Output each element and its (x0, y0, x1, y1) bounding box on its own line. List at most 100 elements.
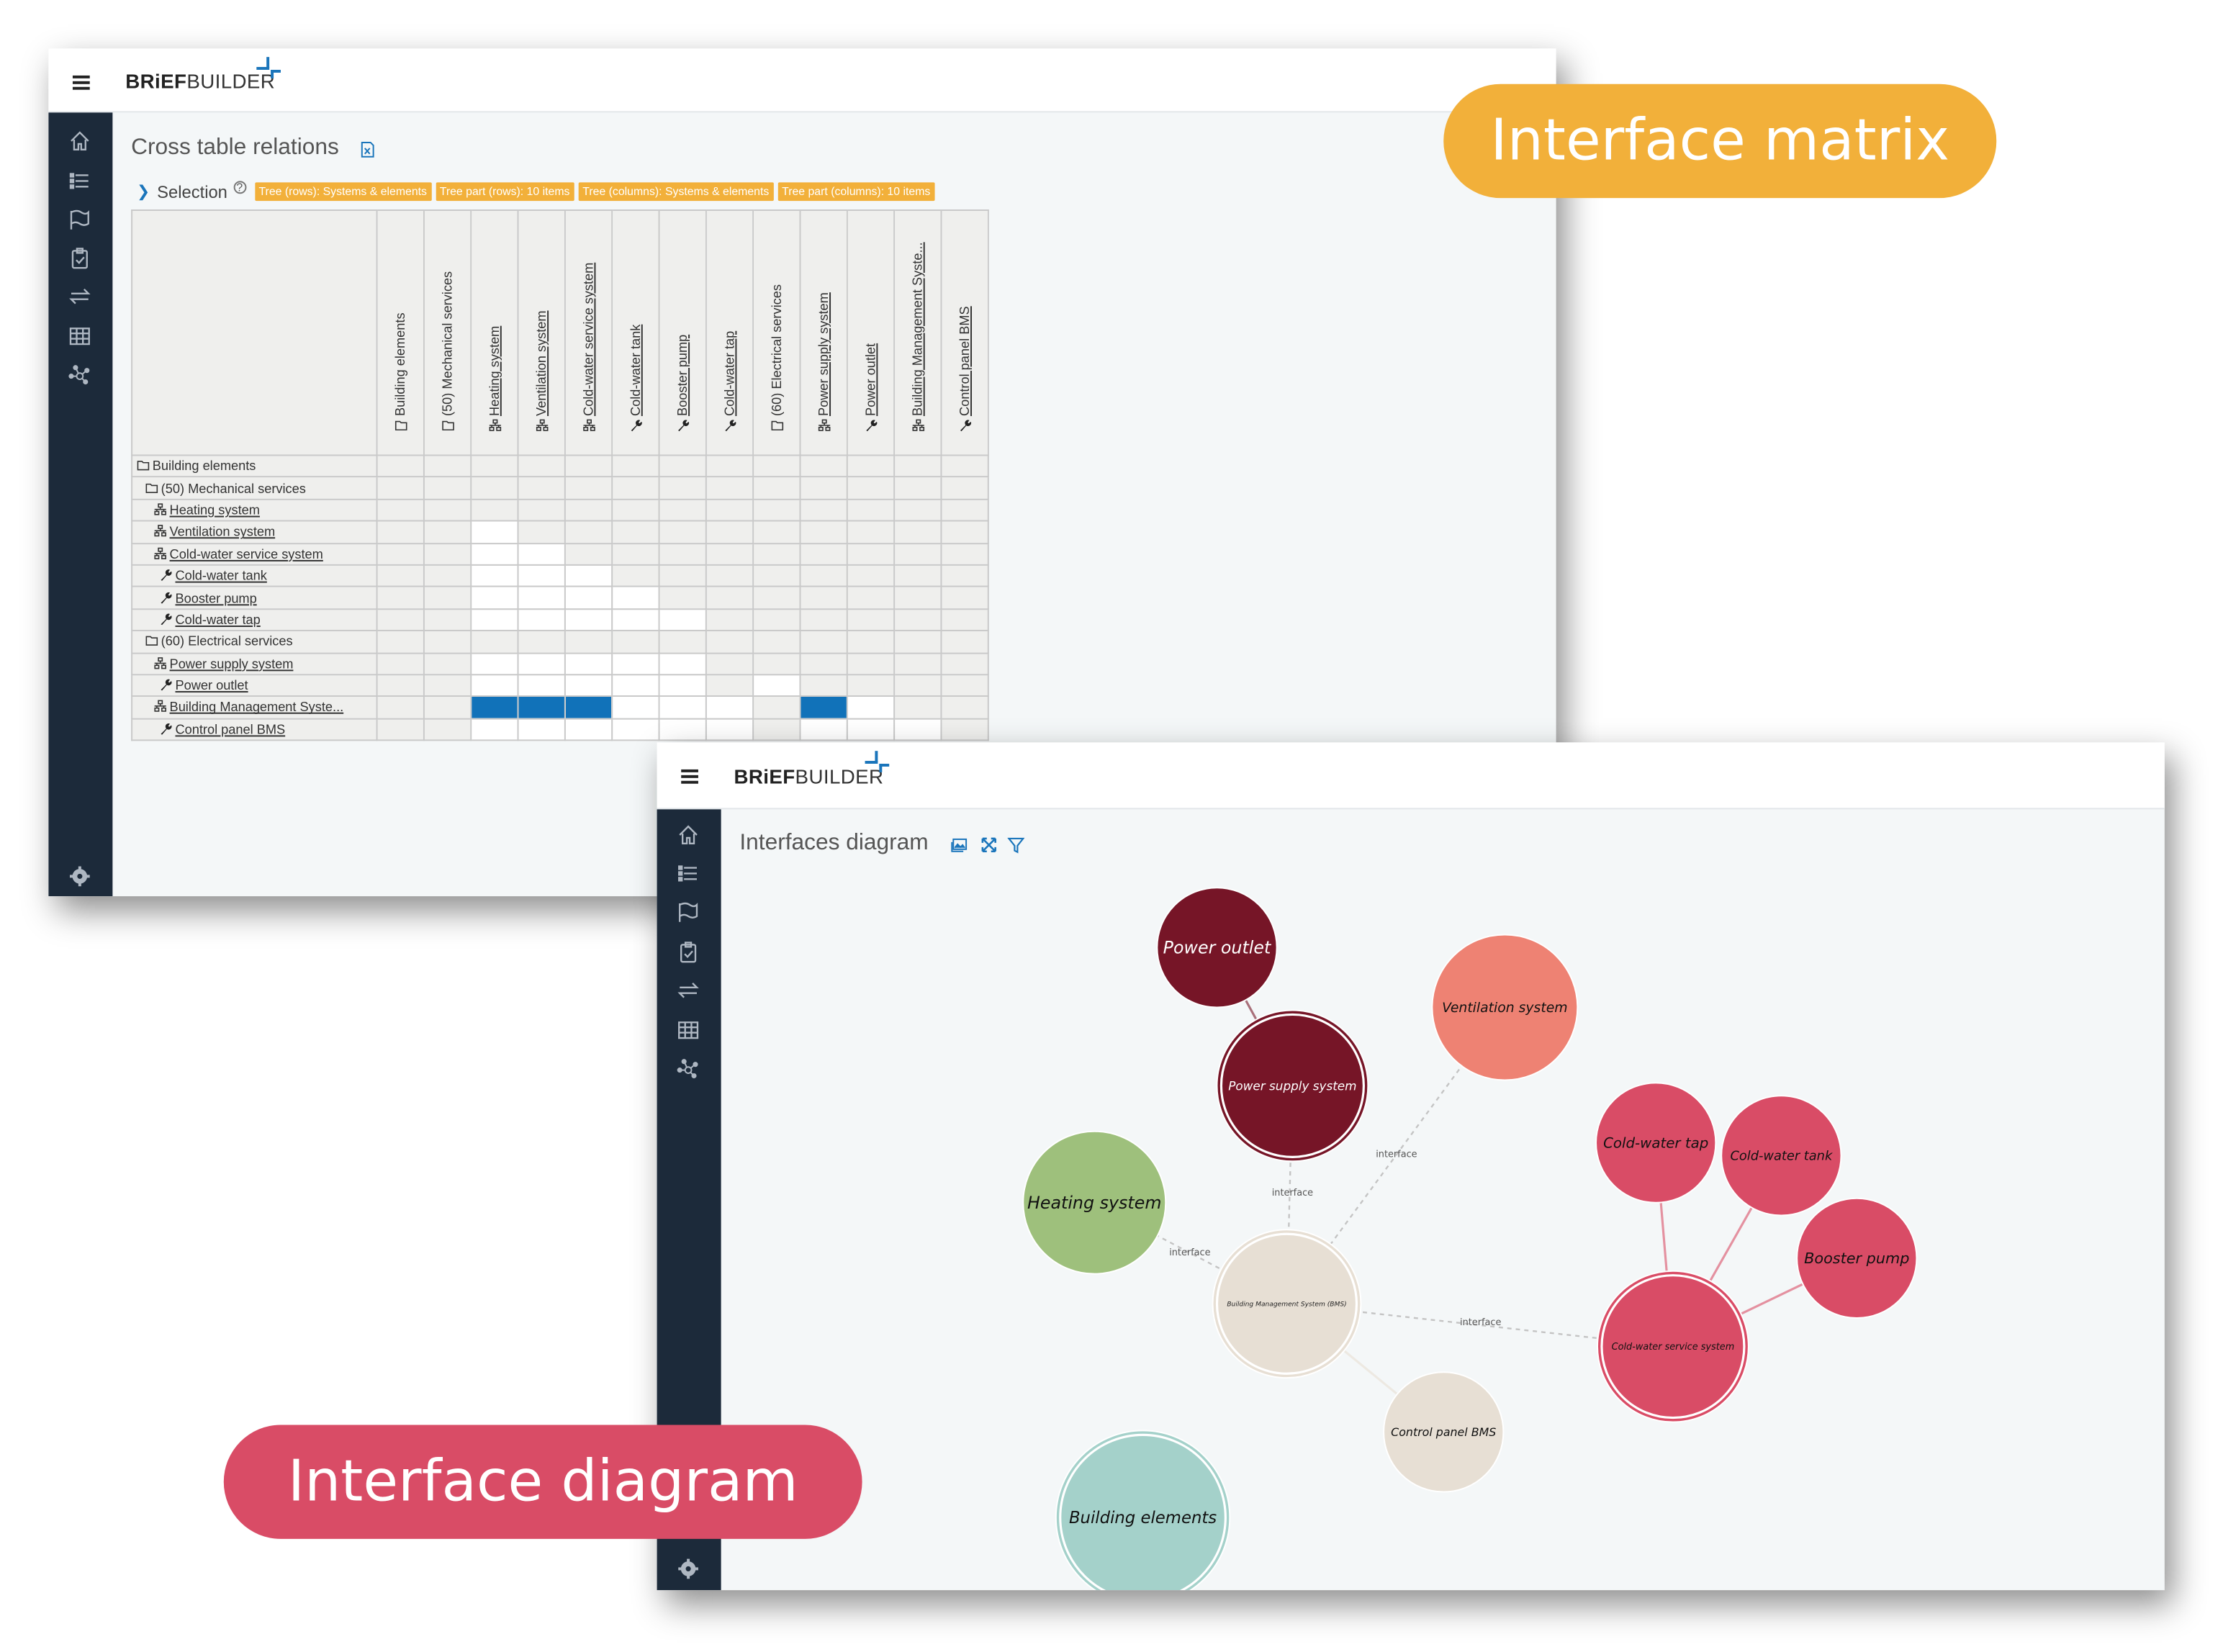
matrix-row-header[interactable]: Ventilation system (131, 520, 378, 544)
matrix-cell-available[interactable] (611, 651, 660, 676)
table-icon[interactable] (68, 325, 91, 348)
column-header-label[interactable]: Cold-water service system (582, 263, 596, 416)
matrix-row-header[interactable]: Booster pump (131, 586, 378, 610)
matrix-column-header[interactable]: Ventilation system (517, 209, 566, 456)
row-header-label[interactable]: Control panel BMS (175, 722, 285, 736)
matrix-row-header[interactable]: Cold-water tank (131, 564, 378, 588)
matrix-cell-available[interactable] (517, 718, 566, 741)
matrix-column-header[interactable]: Power outlet (846, 209, 896, 456)
matrix-column-header[interactable]: Cold-water tap (705, 209, 754, 456)
matrix-cell-interface[interactable] (470, 695, 519, 720)
column-header-label[interactable]: Power outlet (864, 343, 878, 416)
diagram-node-power-outlet[interactable]: Power outlet (1156, 887, 1278, 1008)
matrix-cell-available[interactable] (564, 586, 613, 610)
row-header-label[interactable]: Heating system (170, 503, 260, 518)
diagram-node-cw-service[interactable]: Cold-water service system (1597, 1270, 1749, 1423)
matrix-cell-available[interactable] (658, 608, 707, 632)
matrix-cell-available[interactable] (564, 651, 613, 676)
matrix-cell-available[interactable] (470, 651, 519, 676)
matrix-cell-available[interactable] (611, 695, 660, 720)
matrix-cell-available[interactable] (658, 674, 707, 698)
row-header-label[interactable]: Cold-water tank (175, 569, 266, 583)
matrix-cell-available[interactable] (470, 542, 519, 566)
filter-badge[interactable]: Tree part (columns): 10 items (777, 182, 935, 202)
matrix-cell-available[interactable] (517, 651, 566, 676)
matrix-column-header[interactable]: Power supply system (799, 209, 848, 456)
matrix-cell-available[interactable] (846, 718, 896, 741)
matrix-cell-interface[interactable] (799, 695, 848, 720)
row-header-label[interactable]: Power outlet (175, 678, 248, 692)
gear-icon[interactable] (677, 1558, 700, 1581)
matrix-row-header[interactable]: Building Management Syste... (131, 695, 378, 720)
brand-logo[interactable]: BRiEFBUILDER (125, 70, 275, 93)
matrix-cell-available[interactable] (517, 674, 566, 698)
matrix-cell-available[interactable] (705, 718, 754, 741)
column-header-label[interactable]: Cold-water tap (723, 331, 737, 416)
diagram-node-heating[interactable]: Heating system (1022, 1130, 1167, 1275)
row-header-label[interactable]: Booster pump (175, 591, 256, 605)
row-header-label[interactable]: Power supply system (170, 656, 294, 671)
matrix-cell-available[interactable] (658, 718, 707, 741)
flag-icon[interactable] (677, 901, 700, 924)
matrix-cell-available[interactable] (470, 586, 519, 610)
matrix-column-header[interactable]: Booster pump (658, 209, 707, 456)
matrix-cell-available[interactable] (611, 608, 660, 632)
matrix-cell-available[interactable] (470, 564, 519, 588)
matrix-cell-available[interactable] (564, 674, 613, 698)
expand-chevron-icon[interactable]: ❯ (137, 182, 150, 201)
matrix-cell-available[interactable] (752, 674, 801, 698)
brand-logo[interactable]: BRiEFBUILDER (734, 765, 883, 788)
diagram-node-control-panel[interactable]: Control panel BMS (1383, 1371, 1505, 1493)
matrix-row-header[interactable]: Cold-water tap (131, 608, 378, 632)
matrix-cell-available[interactable] (611, 586, 660, 610)
hamburger-menu-icon[interactable] (681, 769, 698, 784)
matrix-row-header[interactable]: Power supply system (131, 651, 378, 676)
matrix-cell-available[interactable] (564, 608, 613, 632)
network-icon[interactable] (677, 1057, 700, 1080)
interfaces-diagram-canvas[interactable]: Power outlet Power supply system Ventilati… (721, 809, 2165, 1591)
column-header-label[interactable]: Power supply system (816, 292, 831, 416)
column-header-label[interactable]: Ventilation system (534, 310, 549, 416)
column-header-label[interactable]: Heating system (487, 326, 502, 416)
matrix-cell-available[interactable] (470, 718, 519, 741)
matrix-cell-available[interactable] (517, 564, 566, 588)
matrix-cell-available[interactable] (470, 608, 519, 632)
list-icon[interactable] (677, 862, 700, 885)
matrix-row-header[interactable]: Power outlet (131, 674, 378, 698)
column-header-label[interactable]: Control panel BMS (957, 306, 972, 416)
matrix-cell-available[interactable] (517, 542, 566, 566)
arrows-exchange-icon[interactable] (677, 979, 700, 1002)
clipboard-check-icon[interactable] (68, 246, 91, 269)
gear-icon[interactable] (68, 865, 91, 888)
list-icon[interactable] (68, 170, 91, 193)
help-icon[interactable]: ? (233, 181, 246, 194)
diagram-node-power-supply[interactable]: Power supply system (1216, 1009, 1369, 1163)
row-header-label[interactable]: Building Management Syste... (170, 700, 344, 715)
matrix-cell-available[interactable] (846, 695, 896, 720)
home-icon[interactable] (677, 823, 700, 847)
matrix-cell-available[interactable] (658, 695, 707, 720)
arrows-exchange-icon[interactable] (68, 285, 91, 308)
matrix-column-header[interactable]: Control panel BMS (940, 209, 989, 456)
diagram-node-building-elements[interactable]: Building elements (1055, 1430, 1231, 1591)
column-header-label[interactable]: Cold-water tank (628, 325, 643, 416)
column-header-label[interactable]: Booster pump (675, 335, 690, 416)
diagram-node-booster[interactable]: Booster pump (1796, 1197, 1918, 1319)
row-header-label[interactable]: Ventilation system (170, 525, 276, 539)
matrix-column-header[interactable]: Cold-water service system (564, 209, 613, 456)
row-header-label[interactable]: Cold-water tap (175, 613, 260, 627)
filter-badge[interactable]: Tree part (rows): 10 items (435, 182, 574, 202)
matrix-cell-available[interactable] (658, 651, 707, 676)
matrix-cell-available[interactable] (517, 586, 566, 610)
matrix-row-header[interactable]: Heating system (131, 498, 378, 522)
diagram-node-bms[interactable]: Building Management System (BMS) (1212, 1229, 1362, 1379)
matrix-column-header[interactable]: Cold-water tank (611, 209, 660, 456)
diagram-node-cw-tap[interactable]: Cold-water tap (1595, 1082, 1717, 1204)
matrix-cell-available[interactable] (564, 718, 613, 741)
selection-toggle[interactable]: Selection (157, 181, 227, 202)
matrix-cell-available[interactable] (470, 674, 519, 698)
matrix-cell-available[interactable] (893, 718, 942, 741)
matrix-cell-available[interactable] (611, 718, 660, 741)
matrix-cell-available[interactable] (564, 564, 613, 588)
filter-badge[interactable]: Tree (columns): Systems & elements (578, 182, 774, 202)
